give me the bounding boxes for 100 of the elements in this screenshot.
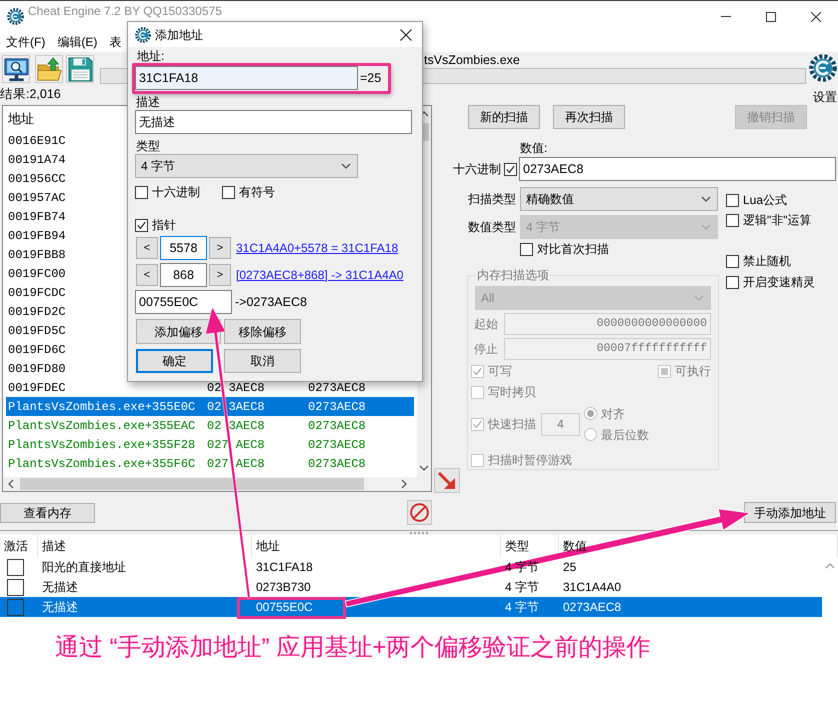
checkbox-label: 扫描时暂停游戏	[488, 453, 572, 467]
monitor-button[interactable]	[2, 55, 30, 83]
dialog-button[interactable]: 取消	[224, 349, 301, 373]
column-header[interactable]: 描述	[42, 537, 66, 555]
horizontal-scrollbar[interactable]	[3, 477, 417, 491]
decrement-button[interactable]: <	[136, 264, 158, 286]
base-address-result: ->0273AEC8	[235, 294, 307, 311]
chevron-right-icon[interactable]	[399, 479, 409, 489]
checkbox[interactable]	[7, 598, 24, 616]
type-cell-text: 4 字节	[505, 579, 540, 596]
save-button[interactable]	[66, 55, 94, 83]
dialog-button[interactable]: 确定	[136, 349, 213, 373]
app-logo-icon	[135, 26, 151, 42]
minimize-icon	[720, 16, 730, 17]
checkbox-label: 十六进制	[453, 161, 501, 178]
folder-arrow-icon	[36, 56, 62, 82]
chevron-down-icon[interactable]	[341, 161, 351, 171]
checkbox[interactable]	[222, 186, 235, 198]
checkbox-label: 十六进制	[152, 185, 200, 199]
checkbox[interactable]	[726, 214, 739, 226]
add-address-button[interactable]: 手动添加地址	[744, 502, 836, 523]
address-cell-text: 0273B730	[256, 579, 311, 596]
type-select[interactable]: 4 字节	[135, 154, 358, 178]
checkbox[interactable]	[726, 194, 739, 206]
checkbox[interactable]	[726, 254, 739, 268]
increment-button[interactable]: >	[209, 264, 231, 286]
checkbox[interactable]	[726, 276, 739, 288]
address-cell-text: 31C1FA18	[256, 559, 313, 576]
list-row[interactable]: PlantsVsZombies.exe+355F6C 027 AEC8 0273AEC8	[6, 454, 414, 473]
scan-button[interactable]: 新的扫描	[468, 105, 540, 129]
checkbox[interactable]	[7, 578, 24, 596]
decrement-button[interactable]: <	[136, 237, 158, 259]
address-cell-text: PlantsVsZombies.exe+355EAC	[8, 418, 196, 434]
pointer-result-link[interactable]: 31C1A4A0+5578 = 31C1FA18	[236, 239, 398, 257]
checkbox[interactable]	[7, 558, 24, 576]
list-row[interactable]: 0019FDEC 02 3AEC8 0273AEC8	[6, 378, 414, 397]
dialog-button[interactable]: 移除偏移	[224, 319, 301, 344]
view-memory-button[interactable]: 查看内存	[0, 503, 95, 523]
column-header[interactable]: 激活	[4, 537, 28, 555]
field-label: 类型	[136, 139, 160, 154]
checkbox-label: 禁止随机	[743, 254, 791, 268]
pointer-result-link[interactable]: [0273AEC8+868] -> 31C1A4A0	[236, 266, 404, 284]
field-label: 停止	[474, 341, 499, 358]
settings-label[interactable]: 设置	[813, 90, 837, 104]
value-fragment: 027	[207, 456, 229, 472]
checkbox[interactable]	[135, 218, 148, 232]
column-header[interactable]: 地址	[8, 108, 34, 128]
folder-button[interactable]	[35, 55, 63, 83]
increment-button[interactable]: >	[209, 237, 231, 259]
close-button[interactable]	[398, 26, 414, 42]
field-label: 数值:	[520, 141, 548, 156]
field-label: 数值类型	[468, 219, 516, 236]
value-input[interactable]: 0273AEC8	[519, 157, 836, 181]
value-fragment: 02	[207, 398, 222, 416]
list-row[interactable]: PlantsVsZombies.exe+355EAC 02 3AEC8 0273AEC8	[6, 416, 414, 435]
chevron-left-icon[interactable]	[6, 479, 16, 489]
field-label: 地址:	[137, 49, 164, 63]
column-header[interactable]: 地址	[256, 537, 280, 555]
base-address-input[interactable]: 00755E0C	[135, 290, 232, 314]
chevron-down-icon[interactable]	[701, 194, 711, 204]
checkbox-label: 逻辑"非"运算	[743, 213, 812, 227]
window-title: Cheat Engine 7.2 BY QQ150330575	[28, 4, 222, 18]
maximize-icon	[766, 12, 776, 22]
checkbox-label: 对比首次扫描	[537, 242, 609, 256]
address-input[interactable]: 31C1FA18	[135, 66, 358, 90]
column-header[interactable]: 类型	[505, 537, 529, 555]
address-row[interactable]: 无描述 0273B730 4 字节 31C1A4A0	[0, 577, 822, 597]
offset-input[interactable]: 5578	[160, 236, 207, 260]
checkmark-icon	[137, 220, 146, 230]
checkbox[interactable]	[135, 186, 148, 198]
scan-type-select[interactable]: 精确数值	[520, 187, 718, 211]
scrollbar-thumb[interactable]	[20, 478, 364, 490]
menu-item[interactable]: 编辑(E)	[57, 32, 98, 52]
arrow-button[interactable]	[434, 468, 460, 493]
menu-item[interactable]: 文件(F)	[6, 32, 46, 52]
value-fragment: AEC8	[236, 436, 265, 454]
checkbox-label: 可执行	[675, 364, 711, 378]
address-cell-text: 0019FB94	[8, 228, 66, 244]
checkbox-label: Lua公式	[743, 193, 788, 207]
offset-input[interactable]: 868	[160, 263, 207, 287]
checkmark-icon	[473, 366, 482, 376]
list-row[interactable]: PlantsVsZombies.exe+355E0C 02 3AEC8 0273AEC8	[6, 397, 414, 416]
close-icon	[400, 28, 412, 40]
address-row[interactable]: 无描述 00755E0C 4 字节 0273AEC8	[0, 597, 822, 617]
description-input[interactable]: 无描述	[135, 110, 412, 134]
chevron-down-icon[interactable]	[419, 463, 429, 473]
checkbox[interactable]	[504, 162, 517, 176]
no-entry-button[interactable]	[407, 500, 432, 525]
scan-button[interactable]: 再次扫描	[553, 105, 625, 129]
list-row[interactable]: PlantsVsZombies.exe+355F28 027 AEC8 0273AEC8	[6, 435, 414, 454]
menu-item[interactable]: 表	[109, 32, 122, 52]
address-cell-text: 0019FDEC	[8, 380, 66, 396]
checkmark-icon	[506, 164, 515, 174]
previous-value-cell-text: 0273AEC8	[308, 398, 366, 416]
checkbox[interactable]	[520, 242, 533, 256]
dialog-title: 添加地址	[155, 26, 203, 44]
address-cell-text: PlantsVsZombies.exe+355F6C	[8, 456, 196, 472]
monitor-magnifier-icon	[4, 56, 28, 82]
previous-value-cell-text: 0273AEC8	[308, 456, 366, 472]
description-cell-text: 无描述	[42, 579, 78, 596]
